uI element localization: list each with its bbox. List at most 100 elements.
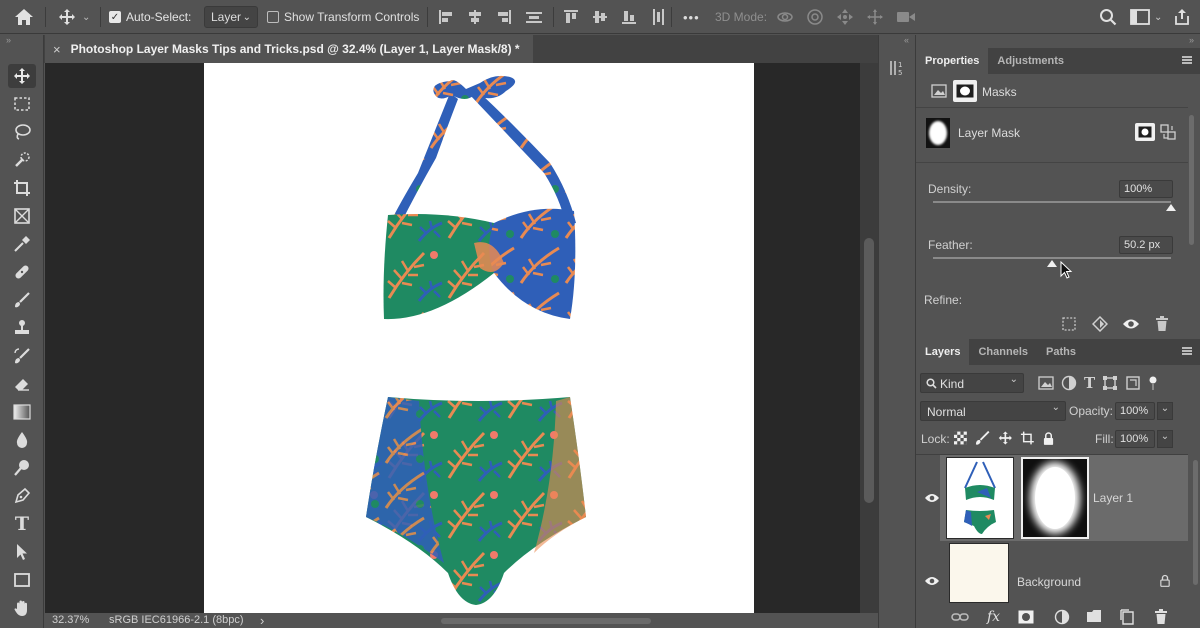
hand-tool-icon[interactable]	[8, 596, 36, 620]
fill-chevron-icon[interactable]: ⌄	[1157, 430, 1173, 448]
tab-layers[interactable]: Layers	[916, 339, 970, 365]
blend-mode-dropdown[interactable]: Normal ⌄	[920, 401, 1066, 421]
3d-slide-icon[interactable]	[866, 8, 884, 26]
workspace-switcher[interactable]: ⌄	[1130, 0, 1162, 34]
eyedropper-tool-icon[interactable]	[8, 232, 36, 256]
tab-channels[interactable]: Channels	[969, 339, 1037, 365]
layer-row-background[interactable]: Background	[916, 541, 1186, 605]
pen-tool-icon[interactable]	[8, 484, 36, 508]
horizontal-scrollbar-thumb[interactable]	[441, 618, 651, 624]
path-selection-tool-icon[interactable]	[8, 540, 36, 564]
quick-selection-tool-icon[interactable]	[8, 148, 36, 172]
density-slider-track[interactable]	[933, 201, 1171, 203]
new-layer-icon[interactable]	[1120, 609, 1134, 625]
3d-camera-icon[interactable]	[896, 10, 916, 24]
3d-pan-icon[interactable]	[836, 8, 854, 26]
pixel-mask-icon[interactable]	[930, 82, 948, 100]
lock-artboard-icon[interactable]	[1020, 430, 1035, 446]
visibility-eye-icon[interactable]	[924, 576, 940, 586]
lock-icon[interactable]	[1160, 574, 1170, 587]
layer-name[interactable]: Background	[1017, 575, 1081, 589]
expand-arrows-icon[interactable]: «	[904, 35, 909, 45]
collapse-arrows-icon[interactable]: »	[1189, 35, 1194, 45]
layer-name[interactable]: Layer 1	[1093, 491, 1133, 505]
status-arrow-icon[interactable]: ›	[260, 613, 264, 628]
lock-transparency-icon[interactable]	[954, 431, 967, 445]
history-panel-icon[interactable]: 15	[887, 57, 909, 79]
move-tool-preset-icon[interactable]: ⌄	[58, 0, 90, 34]
crop-tool-icon[interactable]	[8, 176, 36, 200]
layer-mask-icon[interactable]	[953, 80, 977, 102]
new-adjustment-layer-icon[interactable]	[1054, 609, 1070, 625]
show-transform-checkbox[interactable]: Show Transform Controls	[267, 0, 419, 34]
new-group-folder-icon[interactable]	[1086, 609, 1102, 623]
3d-roll-icon[interactable]	[806, 8, 824, 26]
move-tool-icon[interactable]	[8, 64, 36, 88]
align-left-icon[interactable]	[438, 9, 454, 25]
search-icon[interactable]	[1099, 0, 1117, 34]
layers-scrollbar[interactable]	[1193, 460, 1198, 585]
align-top-icon[interactable]	[563, 9, 579, 25]
align-bottom-icon[interactable]	[621, 9, 637, 25]
history-brush-tool-icon[interactable]	[8, 344, 36, 368]
tab-adjustments[interactable]: Adjustments	[988, 48, 1073, 74]
opacity-chevron-icon[interactable]: ⌄	[1157, 402, 1173, 420]
fill-input[interactable]: 100%	[1115, 430, 1155, 448]
more-options-button[interactable]: •••	[683, 0, 700, 34]
gradient-tool-icon[interactable]	[8, 400, 36, 424]
properties-scrollbar[interactable]	[1189, 115, 1194, 245]
align-horizontal-center-icon[interactable]	[467, 9, 483, 25]
document-tab[interactable]: × Photoshop Layer Masks Tips and Tricks.…	[45, 35, 533, 63]
layer-mask-thumbnail[interactable]	[1021, 457, 1089, 539]
mask-thumbnail[interactable]	[926, 118, 950, 148]
dodge-tool-icon[interactable]	[8, 456, 36, 480]
density-slider-thumb[interactable]	[1166, 204, 1176, 211]
link-layers-icon[interactable]	[951, 612, 969, 622]
frame-tool-icon[interactable]	[8, 204, 36, 228]
rectangle-tool-icon[interactable]	[8, 568, 36, 592]
background-thumbnail[interactable]	[949, 543, 1009, 603]
visibility-eye-icon[interactable]	[924, 493, 940, 503]
layer-thumbnail[interactable]	[946, 457, 1014, 539]
toggle-mask-visibility-icon[interactable]	[1120, 314, 1142, 334]
align-vertical-center-icon[interactable]	[592, 9, 608, 25]
blur-tool-icon[interactable]	[8, 428, 36, 452]
density-input[interactable]: 100%	[1119, 180, 1173, 198]
align-right-icon[interactable]	[496, 9, 512, 25]
distribute-horizontal-icon[interactable]	[525, 9, 543, 25]
filter-shape-icon[interactable]	[1102, 375, 1118, 391]
filter-type-icon[interactable]: T	[1084, 374, 1095, 392]
panel-menu-icon[interactable]	[1182, 56, 1192, 64]
type-tool-icon[interactable]: T	[8, 512, 36, 536]
panel-menu-icon[interactable]	[1182, 347, 1192, 355]
eraser-tool-icon[interactable]	[8, 372, 36, 396]
opacity-input[interactable]: 100%	[1115, 402, 1155, 420]
auto-select-checkbox[interactable]: ✓ Auto-Select:	[109, 0, 191, 34]
filter-adjustment-icon[interactable]	[1061, 375, 1077, 391]
delete-layer-icon[interactable]	[1154, 609, 1168, 625]
load-selection-icon[interactable]	[1060, 315, 1078, 333]
feather-slider-track[interactable]	[933, 257, 1171, 259]
delete-mask-icon[interactable]	[1152, 314, 1172, 334]
tab-paths[interactable]: Paths	[1037, 339, 1085, 365]
apply-mask-icon[interactable]	[1090, 314, 1110, 334]
collapse-arrows-icon[interactable]: »	[6, 35, 11, 45]
distribute-vertical-icon[interactable]	[650, 8, 666, 26]
add-mask-icon[interactable]	[1018, 610, 1034, 624]
clone-stamp-tool-icon[interactable]	[8, 316, 36, 340]
lock-position-icon[interactable]	[998, 430, 1013, 446]
auto-select-dropdown[interactable]: Layer ⌄	[204, 6, 258, 28]
filter-toggle-icon[interactable]	[1148, 375, 1158, 391]
filter-pixel-icon[interactable]	[1038, 376, 1054, 390]
lasso-tool-icon[interactable]	[8, 120, 36, 144]
share-icon[interactable]	[1173, 0, 1191, 34]
zoom-level[interactable]: 32.37%	[52, 614, 89, 626]
marquee-tool-icon[interactable]	[8, 92, 36, 116]
layer-filter-dropdown[interactable]: Kind ⌄	[920, 373, 1024, 393]
feather-input[interactable]: 50.2 px	[1119, 236, 1173, 254]
home-icon[interactable]	[14, 0, 34, 34]
3d-orbit-icon[interactable]	[776, 9, 794, 25]
layer-style-fx-icon[interactable]: fx	[987, 609, 1000, 625]
layer-row-layer-1[interactable]: Layer 1	[916, 455, 1188, 541]
lock-all-icon[interactable]	[1043, 431, 1054, 446]
